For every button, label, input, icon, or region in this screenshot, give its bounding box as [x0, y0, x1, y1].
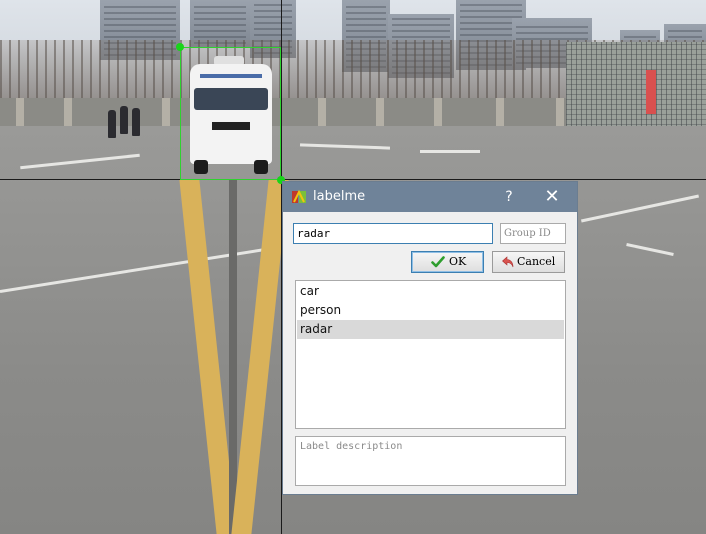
bounding-box[interactable]	[180, 47, 281, 180]
wall-post	[64, 98, 72, 126]
wall-post	[318, 98, 326, 126]
road-marking	[420, 150, 480, 153]
labelme-app-icon	[292, 189, 306, 203]
wall-post	[556, 98, 564, 126]
list-item[interactable]: radar	[297, 320, 564, 339]
list-item[interactable]: car	[297, 282, 564, 301]
cancel-label: Cancel	[517, 255, 556, 268]
label-input[interactable]: radar	[293, 223, 493, 244]
person	[132, 108, 140, 136]
dialog-title: labelme	[313, 189, 366, 204]
person	[120, 106, 128, 134]
crosshair-horizontal	[0, 179, 706, 180]
ok-button[interactable]: OK	[411, 251, 484, 273]
ok-label: OK	[449, 255, 467, 268]
help-button[interactable]: ?	[499, 187, 519, 207]
label-list: car person radar	[295, 280, 566, 429]
bbox-vertex-top-left[interactable]	[176, 43, 184, 51]
banner	[646, 70, 656, 114]
wall-post	[376, 98, 384, 126]
label-dialog: labelme ? ✕ radar Group ID OK Cancel car…	[282, 181, 578, 495]
wall-post	[16, 98, 24, 126]
undo-arrow-icon	[502, 256, 514, 268]
road-crack	[229, 180, 237, 534]
label-description-input[interactable]: Label description	[295, 436, 566, 486]
cancel-button[interactable]: Cancel	[492, 251, 565, 273]
wall-post	[434, 98, 442, 126]
group-id-input[interactable]: Group ID	[500, 223, 566, 244]
list-item[interactable]: person	[297, 301, 564, 320]
person	[108, 110, 116, 138]
wall-post	[496, 98, 504, 126]
checkmark-icon	[431, 256, 445, 268]
wall-post	[162, 98, 170, 126]
dialog-titlebar[interactable]: labelme ? ✕	[283, 182, 577, 212]
close-button[interactable]: ✕	[541, 187, 563, 207]
